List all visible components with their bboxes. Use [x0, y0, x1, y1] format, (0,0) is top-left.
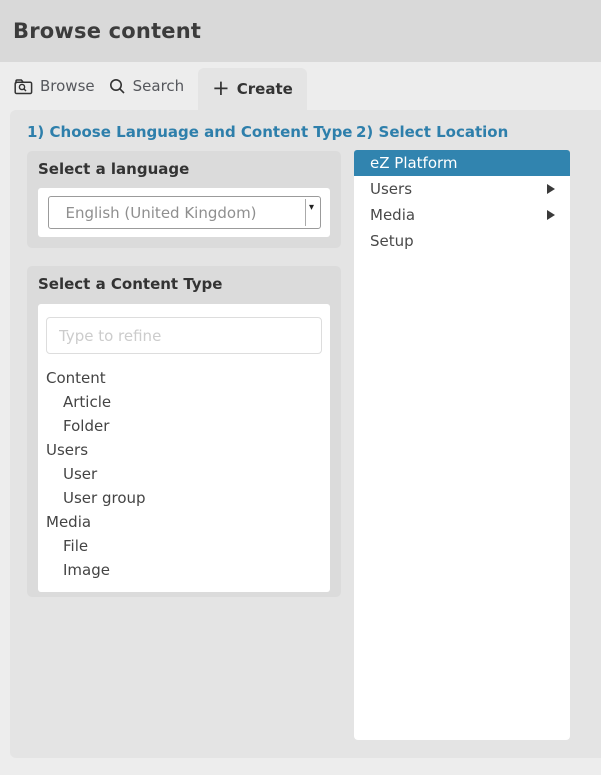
location-label: Setup — [370, 232, 414, 250]
tab-browse[interactable]: Browse — [14, 62, 105, 110]
search-icon — [109, 78, 126, 95]
tab-create-label: Create — [237, 80, 293, 98]
location-item[interactable]: Media — [354, 202, 570, 228]
content-type-item[interactable]: User — [46, 462, 330, 486]
page-title: Browse content — [13, 19, 201, 43]
content-type-group[interactable]: Content — [46, 366, 330, 390]
tab-create[interactable]: + Create — [198, 68, 307, 110]
location-list: eZ Platform Users Media Setup — [354, 150, 570, 740]
content-type-section-heading: Select a Content Type — [27, 266, 341, 293]
content-type-filter-input[interactable] — [46, 317, 322, 354]
step2-heading: 2) Select Location — [356, 123, 508, 141]
create-tab-panel: 1) Choose Language and Content Type 2) S… — [10, 110, 601, 758]
content-type-group[interactable]: Users — [46, 438, 330, 462]
location-label: Media — [370, 206, 415, 224]
step1-heading: 1) Choose Language and Content Type — [27, 123, 352, 141]
tab-bar: Browse Search + Create — [0, 62, 601, 110]
content-type-item[interactable]: User group — [46, 486, 330, 510]
language-select[interactable]: English (United Kingdom) ▾ — [48, 196, 321, 229]
location-label: eZ Platform — [370, 154, 458, 172]
location-item[interactable]: eZ Platform — [354, 150, 570, 176]
location-item[interactable]: Users — [354, 176, 570, 202]
dropdown-caret-icon[interactable]: ▾ — [305, 199, 318, 226]
tab-search-label: Search — [133, 77, 185, 95]
content-type-item[interactable]: Image — [46, 558, 330, 582]
content-type-section: Select a Content Type ContentArticleFold… — [27, 266, 341, 597]
language-section-heading: Select a language — [27, 151, 341, 178]
folder-search-icon — [14, 78, 33, 95]
content-type-list: ContentArticleFolderUsersUserUser groupM… — [46, 366, 330, 582]
location-item[interactable]: Setup — [354, 228, 570, 254]
language-select-container: English (United Kingdom) ▾ — [38, 188, 330, 237]
content-type-group[interactable]: Media — [46, 510, 330, 534]
chevron-right-icon — [547, 210, 555, 220]
dialog-header: Browse content — [0, 0, 601, 62]
content-type-item[interactable]: Article — [46, 390, 330, 414]
location-label: Users — [370, 180, 412, 198]
content-type-list-container: ContentArticleFolderUsersUserUser groupM… — [38, 304, 330, 592]
content-type-item[interactable]: Folder — [46, 414, 330, 438]
content-type-item[interactable]: File — [46, 534, 330, 558]
tab-browse-label: Browse — [40, 77, 95, 95]
tab-search[interactable]: Search — [109, 62, 195, 110]
language-section: Select a language English (United Kingdo… — [27, 151, 341, 248]
chevron-right-icon — [547, 184, 555, 194]
plus-icon: + — [212, 78, 230, 99]
language-select-value: English (United Kingdom) — [66, 204, 257, 222]
